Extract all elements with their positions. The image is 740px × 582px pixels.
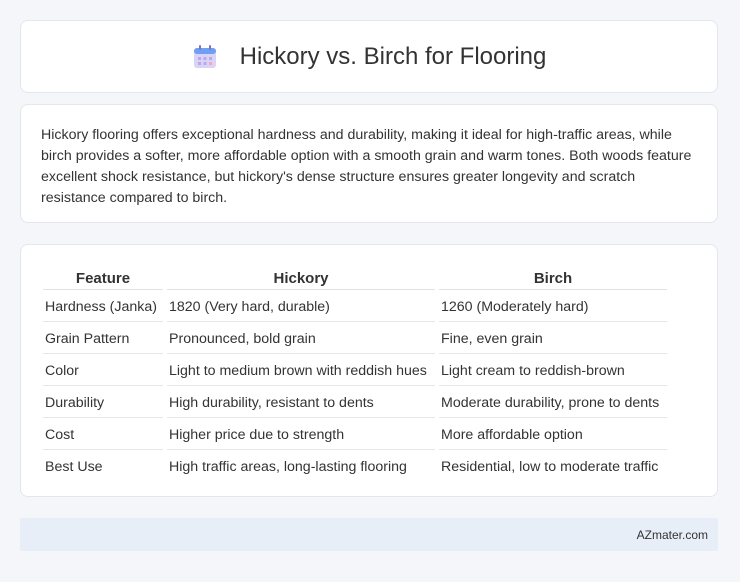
cell-feature: Grain Pattern <box>43 324 163 354</box>
cell-hickory: Pronounced, bold grain <box>167 324 435 354</box>
summary-card: Hickory flooring offers exceptional hard… <box>20 104 718 223</box>
cell-feature: Best Use <box>45 458 103 475</box>
header-hickory: Hickory <box>167 266 435 290</box>
cell-hickory: 1820 (Very hard, durable) <box>167 292 435 322</box>
table-row: Grain Pattern Pronounced, bold grain Fin… <box>43 324 667 354</box>
header-feature: Feature <box>43 266 163 290</box>
cell-feature: Hardness (Janka) <box>43 292 163 322</box>
cell-birch: More affordable option <box>439 420 667 450</box>
table-header-row: Feature Hickory Birch <box>43 266 667 290</box>
cell-birch: Moderate durability, prone to dents <box>439 388 667 418</box>
table-row: Durability High durability, resistant to… <box>43 388 667 418</box>
table-row: Best Use High traffic areas, long-lastin… <box>43 452 667 481</box>
cell-feature: Cost <box>43 420 163 450</box>
cell-hickory: High durability, resistant to dents <box>167 388 435 418</box>
cell-hickory: Higher price due to strength <box>167 420 435 450</box>
cell-hickory: Light to medium brown with reddish hues <box>167 356 435 386</box>
cell-feature: Durability <box>43 388 163 418</box>
footer: AZmater.com <box>20 518 718 551</box>
footer-site-link[interactable]: AZmater.com <box>637 528 708 542</box>
title-card: Hickory vs. Birch for Flooring <box>20 20 718 93</box>
header-birch: Birch <box>439 266 667 290</box>
cell-feature: Color <box>43 356 163 386</box>
cell-birch: Residential, low to moderate traffic <box>441 458 659 475</box>
cell-hickory: High traffic areas, long-lasting floorin… <box>169 458 407 475</box>
table-row: Color Light to medium brown with reddish… <box>43 356 667 386</box>
cell-birch: 1260 (Moderately hard) <box>439 292 667 322</box>
summary-text: Hickory flooring offers exceptional hard… <box>41 127 692 206</box>
cell-birch: Light cream to reddish-brown <box>439 356 667 386</box>
comparison-table-card: Feature Hickory Birch Hardness (Janka) 1… <box>20 244 718 497</box>
table-row: Hardness (Janka) 1820 (Very hard, durabl… <box>43 292 667 322</box>
calendar-icon <box>192 44 218 70</box>
comparison-table: Feature Hickory Birch Hardness (Janka) 1… <box>39 264 671 483</box>
table-row: Cost Higher price due to strength More a… <box>43 420 667 450</box>
cell-birch: Fine, even grain <box>439 324 667 354</box>
page-title: Hickory vs. Birch for Flooring <box>239 42 547 70</box>
